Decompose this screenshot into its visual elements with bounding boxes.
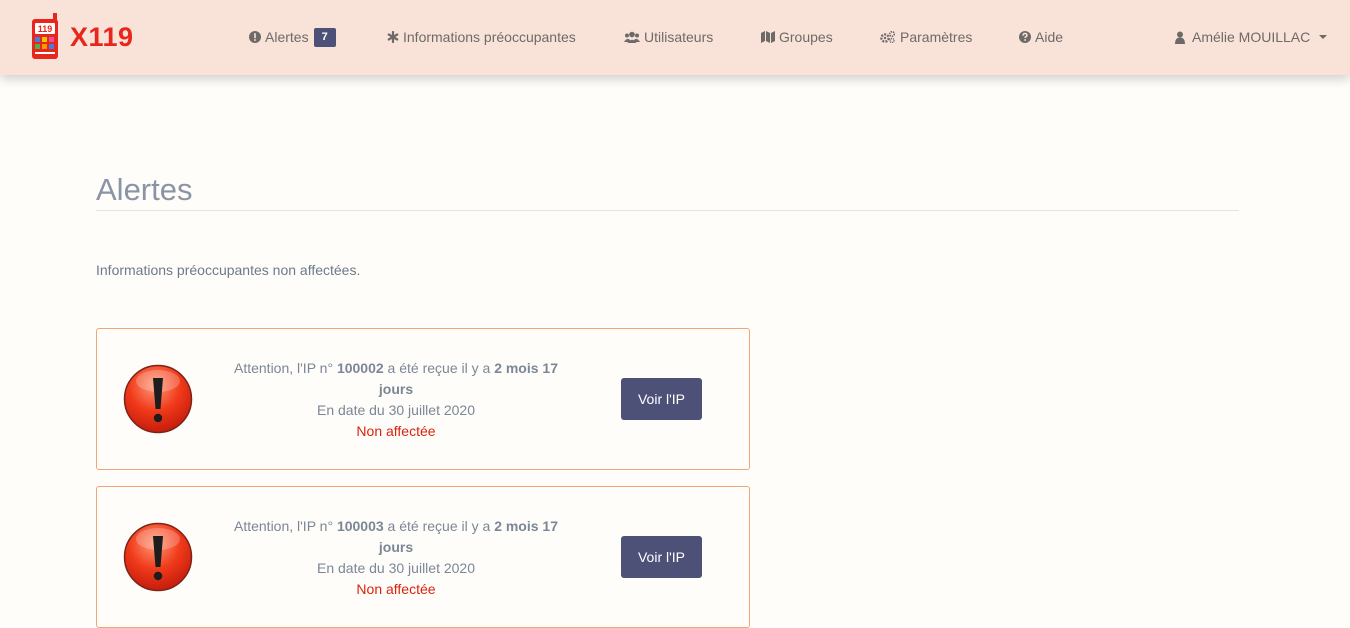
brand-logo-text: 119 — [38, 24, 53, 34]
alert-prefix: Attention, l'IP n° — [233, 360, 337, 376]
brand-name: X119 — [70, 21, 134, 52]
title-divider — [96, 210, 1239, 211]
info-circle-icon — [249, 31, 261, 43]
user-menu[interactable]: Amélie MOUILLAC — [1174, 27, 1328, 47]
nav-alertes-label: Alertes — [265, 29, 309, 45]
asterisk-icon — [387, 31, 399, 43]
voir-ip-button[interactable]: Voir l'IP — [621, 378, 702, 420]
nav-groupes[interactable]: Groupes — [761, 27, 833, 47]
nav-informations[interactable]: Informations préoccupantes — [387, 27, 576, 47]
alert-card: Attention, l'IP n° 100002 a été reçue il… — [96, 328, 750, 470]
map-icon — [761, 31, 775, 43]
exclamation-alert-icon — [123, 364, 193, 434]
nav-parametres[interactable]: Paramètres — [880, 27, 972, 47]
nav-aide[interactable]: Aide — [1019, 27, 1063, 47]
exclamation-alert-icon — [123, 522, 193, 592]
alert-message: Attention, l'IP n° 100003 a été reçue il… — [230, 516, 562, 600]
brand[interactable]: 119 X119 — [30, 12, 134, 62]
gears-icon — [880, 31, 896, 43]
alert-status: Non affectée — [356, 581, 436, 597]
alert-ip-number: 100003 — [336, 518, 384, 534]
nav-groupes-label: Groupes — [779, 29, 833, 45]
alert-middle: a été reçue il y a — [383, 360, 495, 376]
nav-alertes[interactable]: Alertes 7 — [249, 27, 336, 47]
user-icon — [1175, 31, 1185, 44]
nav-informations-label: Informations préoccupantes — [403, 29, 576, 45]
users-icon — [624, 31, 640, 43]
alert-card: Attention, l'IP n° 100003 a été reçue il… — [96, 486, 750, 628]
page-title: Alertes — [96, 172, 193, 207]
alert-date: En date du 30 juillet 2020 — [316, 402, 475, 418]
page-subtitle: Informations préoccupantes non affectées… — [96, 262, 361, 278]
question-circle-icon — [1019, 31, 1031, 43]
alert-message: Attention, l'IP n° 100002 a été reçue il… — [230, 358, 562, 442]
alert-prefix: Attention, l'IP n° — [233, 518, 337, 534]
nav-utilisateurs[interactable]: Utilisateurs — [624, 27, 713, 47]
nav-parametres-label: Paramètres — [900, 29, 973, 45]
alert-date: En date du 30 juillet 2020 — [316, 560, 475, 576]
nav-aide-label: Aide — [1035, 29, 1064, 45]
alert-ip-number: 100002 — [336, 360, 384, 376]
voir-ip-button[interactable]: Voir l'IP — [621, 536, 702, 578]
brand-logo-icon: 119 — [32, 13, 58, 59]
alert-status: Non affectée — [356, 423, 436, 439]
alert-middle: a été reçue il y a — [383, 518, 495, 534]
user-name: Amélie MOUILLAC — [1192, 29, 1311, 45]
nav-utilisateurs-label: Utilisateurs — [644, 29, 714, 45]
top-navbar: 119 X119 Alertes 7 Informations préoccup… — [0, 0, 1350, 75]
caret-down-icon — [1319, 35, 1328, 39]
alert-count-badge: 7 — [313, 27, 336, 47]
